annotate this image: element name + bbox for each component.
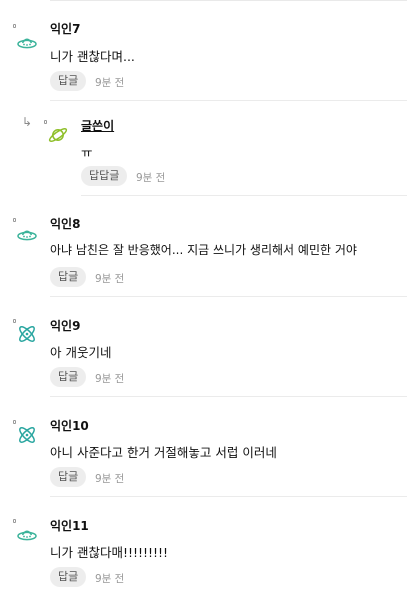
atom-icon — [19, 427, 35, 443]
ufo-icon — [17, 230, 37, 241]
reply-button[interactable]: 답글 — [50, 467, 87, 487]
comment-time: 9분 전 — [95, 473, 125, 485]
comment-author[interactable]: 익인9 — [50, 317, 80, 334]
comment-text: 아 개웃기네 — [50, 345, 112, 360]
comment-time: 9분 전 — [136, 172, 166, 184]
comment-divider — [50, 496, 407, 497]
comment-text: 니가 괜찮다매!!!!!!!!! — [50, 545, 169, 560]
status-dot — [13, 519, 16, 523]
ufo-icon — [17, 530, 37, 541]
reply-button[interactable]: 답답글 — [81, 166, 128, 186]
reply-arrow-icon: ↳ — [22, 115, 33, 129]
comment-text: 니가 괜찮다며... — [50, 49, 135, 64]
comment-author[interactable]: 익인8 — [50, 215, 80, 232]
comment-author[interactable]: 익인7 — [50, 20, 80, 37]
reply-button[interactable]: 답글 — [50, 567, 87, 587]
comment-author[interactable]: 글쓴이 — [81, 117, 114, 134]
comment-time: 9분 전 — [95, 273, 125, 285]
comment-divider — [50, 396, 407, 397]
atom-icon — [19, 326, 35, 342]
reply-button[interactable]: 답글 — [50, 71, 87, 91]
comment-divider — [50, 296, 407, 297]
top-divider — [50, 0, 407, 1]
reply-button[interactable]: 답글 — [50, 267, 87, 287]
status-dot — [13, 24, 16, 28]
status-dot — [13, 218, 16, 222]
ufo-icon — [17, 38, 37, 49]
comment-text: 아냐 남친은 잘 반응했어... 지금 쓰니가 생리해서 예민한 거야 — [50, 243, 357, 257]
comment-time: 9분 전 — [95, 373, 125, 385]
reply-button[interactable]: 답글 — [50, 367, 87, 387]
comment-time: 9분 전 — [95, 77, 125, 89]
planet-icon — [48, 128, 68, 142]
comment-divider — [50, 100, 407, 101]
comment-author[interactable]: 익인10 — [50, 417, 89, 434]
comment-text: 아니 사준다고 한거 거절해놓고 서럽 이러네 — [50, 445, 277, 460]
comment-text: ㅠ — [81, 145, 93, 160]
comment-author[interactable]: 익인11 — [50, 517, 89, 534]
comment-divider — [81, 195, 407, 196]
comment-time: 9분 전 — [95, 573, 125, 585]
